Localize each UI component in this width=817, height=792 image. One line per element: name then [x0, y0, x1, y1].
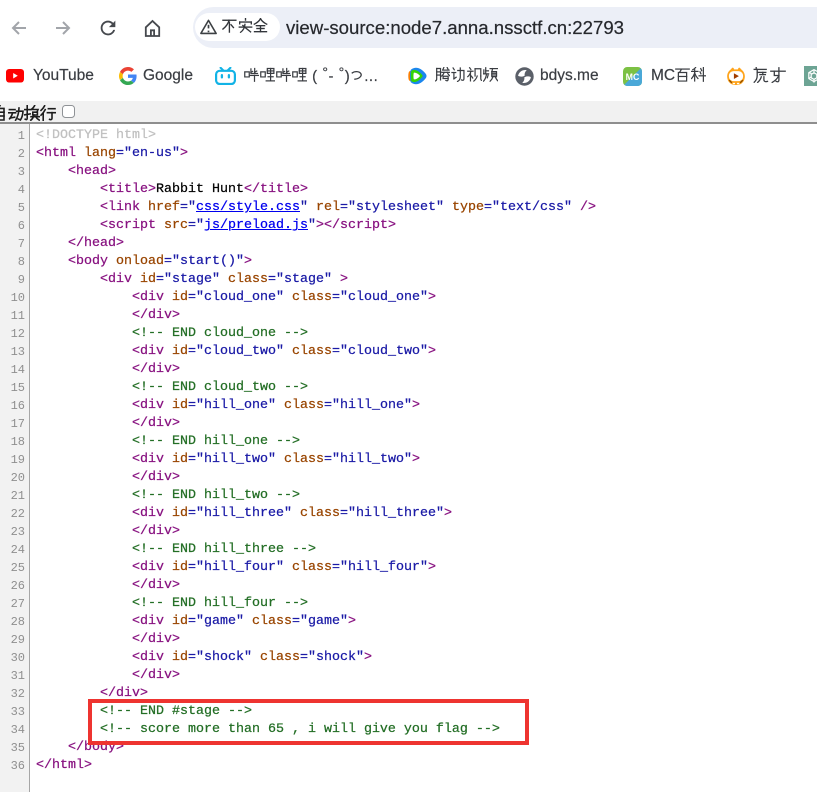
svg-text:MC: MC [626, 72, 640, 82]
